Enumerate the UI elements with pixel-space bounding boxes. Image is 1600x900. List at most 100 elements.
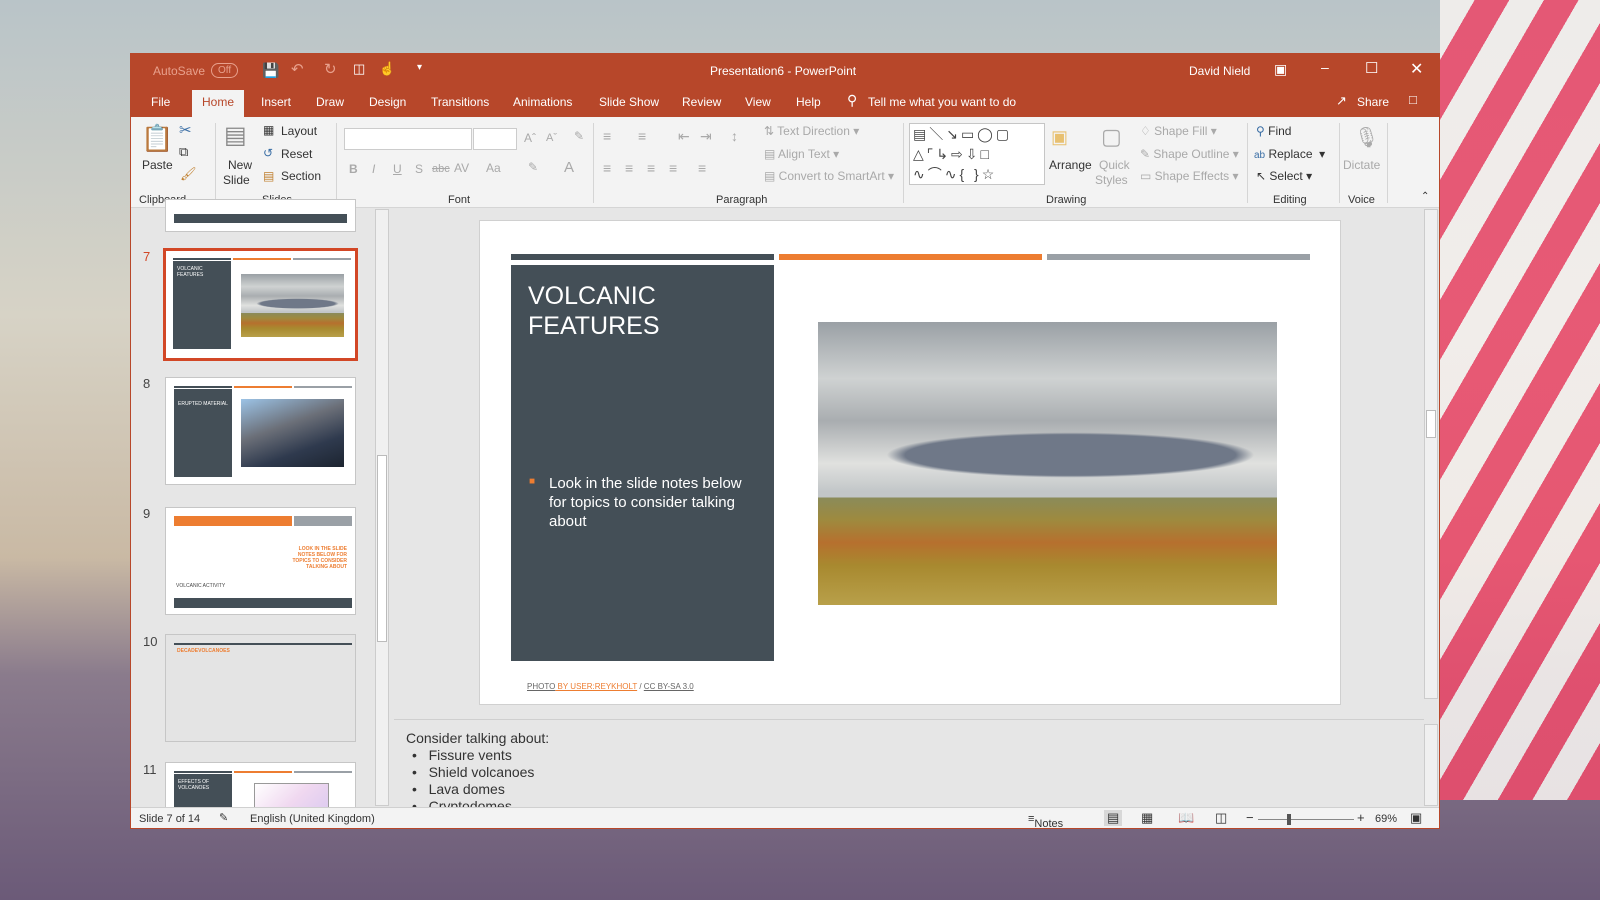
dictate-button[interactable]: Dictate xyxy=(1343,158,1380,172)
align-right-icon[interactable]: ≡ xyxy=(647,160,655,176)
start-slideshow-icon[interactable]: ◫ xyxy=(353,61,365,77)
tab-draw[interactable]: Draw xyxy=(316,95,344,109)
align-text-button[interactable]: ▤ Align Text ▾ xyxy=(764,147,839,161)
increase-font-icon[interactable]: Aˆ xyxy=(524,131,536,145)
fit-to-window-icon[interactable]: ▣ xyxy=(1410,810,1422,826)
columns-icon[interactable]: ≡ xyxy=(698,160,706,176)
line-spacing-icon[interactable]: ↕ xyxy=(731,128,738,144)
caption-author-link[interactable]: BY USER:REYKHOLT xyxy=(555,682,638,691)
bullets-icon[interactable]: ≡ xyxy=(603,128,611,144)
scrollbar-thumb[interactable] xyxy=(377,455,387,642)
shape-fill-button[interactable]: ♢ Shape Fill ▾ xyxy=(1140,124,1217,138)
slideshow-view-icon[interactable]: ◫ xyxy=(1215,810,1227,826)
font-color-icon[interactable]: A xyxy=(564,159,574,176)
section-icon[interactable]: ▤ xyxy=(263,169,274,183)
thumbnail-slide-9[interactable]: LOOK IN THE SLIDE NOTES BELOW FOR TOPICS… xyxy=(165,507,356,615)
zoom-out-icon[interactable]: − xyxy=(1246,810,1254,825)
volcano-photo[interactable] xyxy=(818,322,1277,605)
paste-icon[interactable]: 📋 xyxy=(141,123,173,154)
slide-sorter-icon[interactable]: ▦ xyxy=(1141,810,1153,826)
tab-file[interactable]: File xyxy=(151,95,170,109)
thumbnail-slide-10[interactable]: DECADEVOLCANOES xyxy=(165,634,356,742)
reset-button[interactable]: Reset xyxy=(281,147,312,161)
touch-mode-icon[interactable]: ☝ xyxy=(379,61,395,77)
tab-home[interactable]: Home xyxy=(192,90,245,117)
tab-transitions[interactable]: Transitions xyxy=(431,95,489,109)
notes-scrollbar[interactable] xyxy=(1424,724,1438,806)
close-icon[interactable]: ✕ xyxy=(1410,59,1423,79)
redo-icon[interactable]: ↻ xyxy=(324,60,337,78)
tab-slide-show[interactable]: Slide Show xyxy=(599,95,659,109)
thumbnail-slide-7[interactable]: VOLCANIC FEATURES xyxy=(163,248,358,361)
caption-link[interactable]: PHOTO xyxy=(527,682,555,691)
slide-scrollbar[interactable] xyxy=(1424,209,1438,699)
text-direction-button[interactable]: ⇅ Text Direction ▾ xyxy=(764,124,859,138)
shapes-gallery[interactable]: ▤＼↘▭◯▢ △⌜↳⇨⇩□ ∿⌒∿{ }☆ xyxy=(909,123,1045,185)
align-center-icon[interactable]: ≡ xyxy=(625,160,633,176)
new-slide-button[interactable]: New xyxy=(228,158,252,172)
cut-icon[interactable]: ✂ xyxy=(179,121,192,139)
notes-button[interactable]: ≡ Notes xyxy=(1028,813,1063,828)
select-button[interactable]: ↖ Select ▾ xyxy=(1256,169,1312,183)
normal-view-icon[interactable]: ▤ xyxy=(1104,810,1123,826)
decrease-font-icon[interactable]: Aˇ xyxy=(546,132,557,144)
scrollbar-thumb[interactable] xyxy=(1426,410,1436,438)
justify-icon[interactable]: ≡ xyxy=(669,160,677,176)
thumbnail-slide-8[interactable]: ERUPTED MATERIAL xyxy=(165,377,356,485)
reset-icon[interactable]: ↺ xyxy=(263,146,273,160)
share-icon[interactable]: ↗ xyxy=(1336,93,1347,109)
zoom-in-icon[interactable]: + xyxy=(1357,810,1365,825)
ribbon-display-icon[interactable]: ▣ xyxy=(1274,61,1287,78)
maximize-icon[interactable]: ☐ xyxy=(1365,59,1378,77)
tab-design[interactable]: Design xyxy=(369,95,406,109)
thumbnails-scrollbar[interactable] xyxy=(375,209,389,806)
change-case-button[interactable]: Aa xyxy=(486,161,501,175)
microphone-icon[interactable]: 🎙 xyxy=(1354,125,1379,150)
tab-view[interactable]: View xyxy=(745,95,771,109)
spell-check-icon[interactable]: ✎ xyxy=(219,811,228,824)
clear-formatting-icon[interactable]: ✎ xyxy=(574,129,584,143)
find-button[interactable]: ⚲ Find xyxy=(1256,124,1291,138)
shape-outline-button[interactable]: ✎ Shape Outline ▾ xyxy=(1140,147,1239,161)
decrease-indent-icon[interactable]: ⇤ xyxy=(678,128,690,145)
tab-insert[interactable]: Insert xyxy=(261,95,291,109)
new-slide-dropdown[interactable]: Slide xyxy=(223,173,250,187)
share-button[interactable]: Share xyxy=(1357,95,1389,109)
paste-button[interactable]: Paste xyxy=(142,158,173,172)
zoom-level[interactable]: 69% xyxy=(1375,813,1397,825)
arrange-button[interactable]: Arrange xyxy=(1049,158,1092,172)
caption-license-link[interactable]: CC BY-SA 3.0 xyxy=(644,682,694,691)
tab-review[interactable]: Review xyxy=(682,95,721,109)
font-name-input[interactable] xyxy=(344,128,472,150)
notes-pane[interactable]: Consider talking about: • Fissure vents … xyxy=(394,719,1424,807)
reading-view-icon[interactable]: 📖 xyxy=(1178,810,1194,826)
collapse-ribbon-icon[interactable]: ⌃ xyxy=(1421,191,1429,202)
tab-help[interactable]: Help xyxy=(796,95,821,109)
quick-styles-button[interactable]: Quick xyxy=(1099,158,1130,172)
font-size-input[interactable] xyxy=(473,128,517,150)
user-name[interactable]: David Nield xyxy=(1189,64,1250,78)
numbering-icon[interactable]: ≡ xyxy=(638,128,646,144)
language-status[interactable]: English (United Kingdom) xyxy=(250,813,375,825)
tab-animations[interactable]: Animations xyxy=(513,95,572,109)
underline-button[interactable]: U xyxy=(393,162,402,176)
current-slide[interactable]: VOLCANIC FEATURES ■ Look in the slide not… xyxy=(479,220,1341,705)
convert-smartart-button[interactable]: ▤ Convert to SmartArt ▾ xyxy=(764,169,894,183)
zoom-slider-thumb[interactable] xyxy=(1287,814,1291,825)
format-painter-icon[interactable]: 🖌 xyxy=(180,166,197,182)
italic-button[interactable]: I xyxy=(372,162,375,176)
arrange-icon[interactable]: ▣ xyxy=(1051,127,1068,148)
character-spacing-button[interactable]: AV xyxy=(454,161,469,175)
zoom-slider[interactable] xyxy=(1258,814,1354,825)
align-left-icon[interactable]: ≡ xyxy=(603,160,611,176)
copy-icon[interactable]: ⧉ xyxy=(179,144,188,160)
save-icon[interactable]: 💾 xyxy=(262,62,279,79)
shadow-button[interactable]: S xyxy=(415,162,423,176)
customize-qat-icon[interactable]: ▾ xyxy=(417,62,422,73)
quick-styles-icon[interactable]: ▢ xyxy=(1101,124,1122,150)
increase-indent-icon[interactable]: ⇥ xyxy=(700,128,712,145)
undo-icon[interactable]: ↶ xyxy=(291,60,304,78)
layout-button[interactable]: Layout xyxy=(281,124,317,138)
layout-icon[interactable]: ▦ xyxy=(263,123,274,137)
strikethrough-button[interactable]: abc xyxy=(432,163,450,175)
